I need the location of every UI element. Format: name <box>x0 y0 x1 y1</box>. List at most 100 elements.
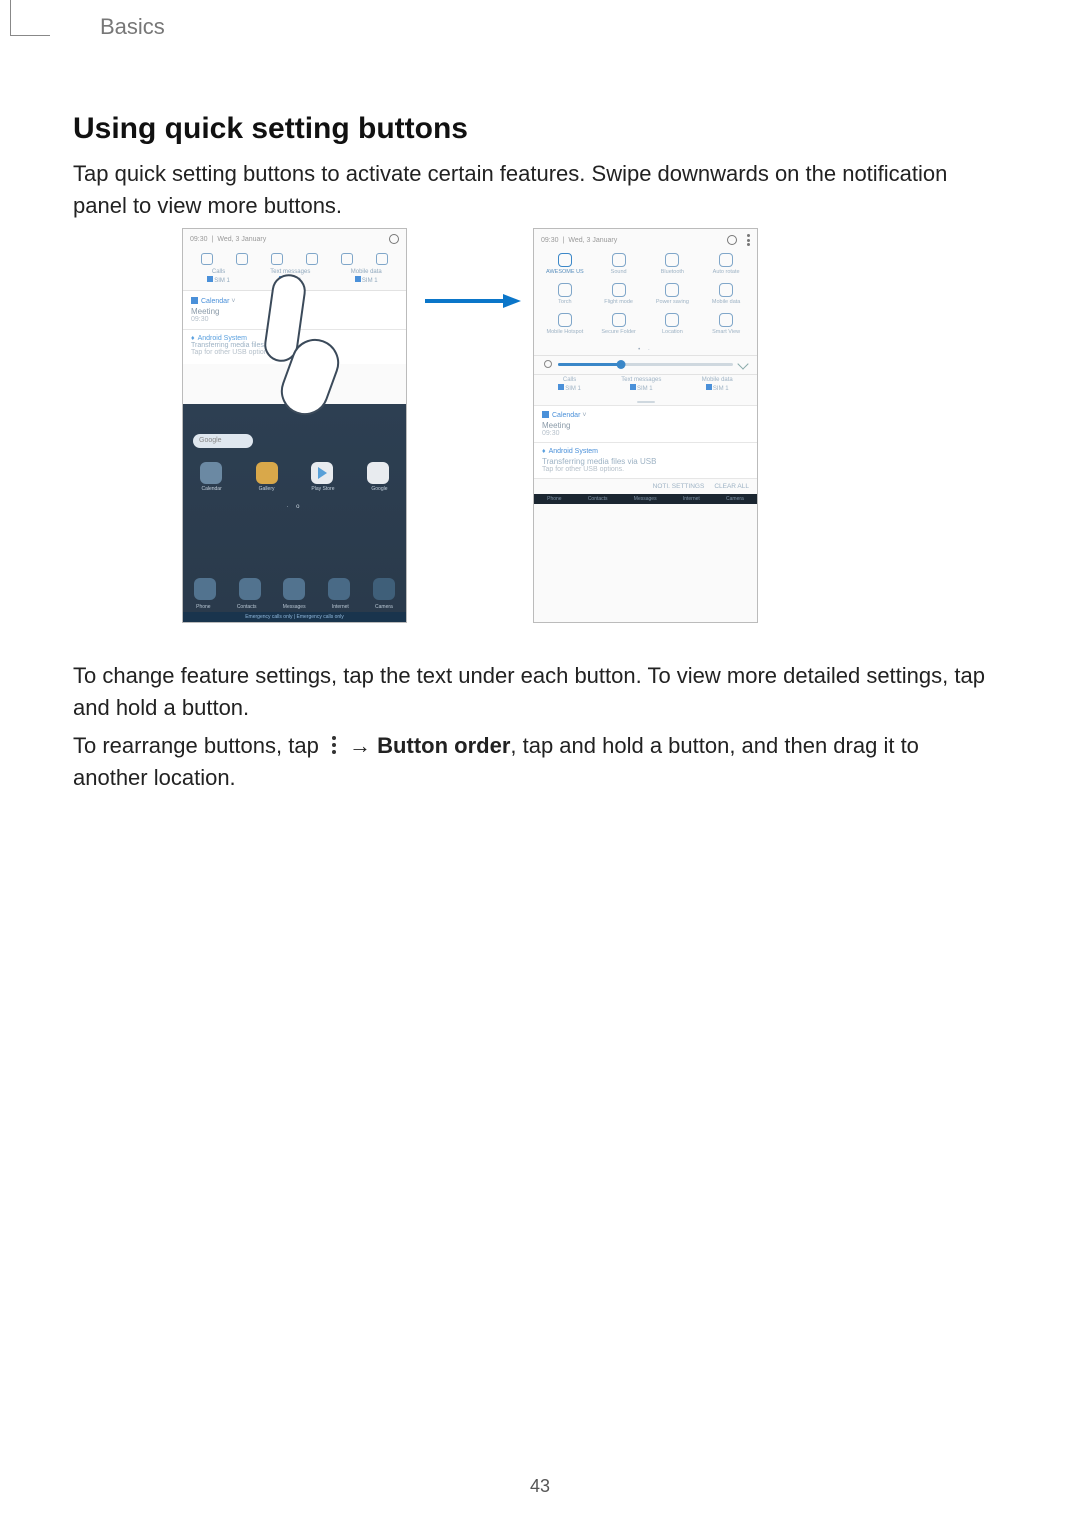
dock-names: PhoneContactsMessagesInternetCamera <box>183 604 406 610</box>
home-screen: Google CalendarGalleryPlay StoreGoogle ·… <box>183 404 406 622</box>
brightness-icon <box>544 360 552 368</box>
quick-toggle[interactable]: Flight mode <box>592 283 646 311</box>
bluetooth-icon[interactable] <box>271 253 283 265</box>
page-indicator: • · <box>534 345 757 355</box>
notification-system[interactable]: ♦Android System Transferring media files… <box>534 442 757 478</box>
quick-toggle[interactable]: Auto rotate <box>699 253 753 281</box>
notification-calendar[interactable]: Calendar ˅ Meeting 09:30 <box>183 291 406 330</box>
brightness-slider-row <box>534 356 757 374</box>
quick-toggle[interactable]: Bluetooth <box>646 253 700 281</box>
dock-messages-icon[interactable] <box>283 578 305 600</box>
header-rule <box>10 0 50 36</box>
sim-label-messages[interactable]: Text messagesSIM 1 <box>270 269 310 285</box>
notification-title: Meeting <box>542 421 749 430</box>
toggle-label: Location <box>646 329 700 341</box>
noti-settings-button[interactable]: NOTI. SETTINGS <box>653 483 705 490</box>
wifi-icon[interactable] <box>201 253 213 265</box>
sim-label-calls[interactable]: CallsSIM 1 <box>558 377 581 393</box>
sim-row: CallsSIM 1 Text messagesSIM 1 Mobile dat… <box>534 375 757 399</box>
toggle-icon <box>612 283 626 297</box>
body-paragraph-2: To change feature settings, tap the text… <box>73 660 1010 724</box>
more-icon[interactable] <box>747 234 750 246</box>
dock-phone-icon[interactable] <box>194 578 216 600</box>
toggle-icon <box>665 313 679 327</box>
body-paragraph-3: To rearrange buttons, tap → Button order… <box>73 730 990 794</box>
chevron-down-icon[interactable] <box>737 358 748 369</box>
sim-label-messages[interactable]: Text messagesSIM 1 <box>621 377 661 393</box>
app-google-folder-icon[interactable] <box>367 462 389 484</box>
section-heading: Using quick setting buttons <box>73 112 468 146</box>
nav-bar: PhoneContactsMessagesInternetCamera <box>534 494 757 504</box>
auto-rotate-icon[interactable] <box>306 253 318 265</box>
body-paragraph-1: Tap quick setting buttons to activate ce… <box>73 158 990 222</box>
status-bar: 09:30 | Wed, 3 January <box>534 229 757 251</box>
panel-actions: NOTI. SETTINGS CLEAR ALL <box>534 478 757 494</box>
status-time: 09:30 <box>541 237 559 244</box>
quick-toggle[interactable]: AWESOME US <box>538 253 592 281</box>
notification-title: Meeting <box>191 307 398 316</box>
toggle-icon <box>665 283 679 297</box>
figure-phone-before: 09:30 | Wed, 3 January CallsSIM 1 Text m… <box>182 228 407 623</box>
toggle-icon <box>558 253 572 267</box>
toggle-icon <box>612 313 626 327</box>
toggle-label: Secure Folder <box>592 329 646 341</box>
sound-icon[interactable] <box>236 253 248 265</box>
toggle-label: AWESOME US <box>538 269 592 281</box>
quick-toggle[interactable]: Mobile Hotspot <box>538 313 592 341</box>
calendar-icon <box>191 297 198 304</box>
figure-phone-after: 09:30 | Wed, 3 January AWESOME USSoundBl… <box>533 228 758 623</box>
arrow-icon <box>425 294 521 308</box>
toggle-icon <box>558 283 572 297</box>
dock <box>183 578 406 600</box>
notification-calendar[interactable]: Calendar ˅ Meeting 09:30 <box>534 405 757 442</box>
quick-toggle[interactable]: Sound <box>592 253 646 281</box>
quick-settings-row <box>183 249 406 269</box>
quick-toggle[interactable]: Power saving <box>646 283 700 311</box>
app-gallery-icon[interactable] <box>256 462 278 484</box>
toggle-label: Sound <box>592 269 646 281</box>
quick-settings-grid: AWESOME USSoundBluetoothAuto rotate Torch… <box>534 251 757 345</box>
toggle-icon <box>612 253 626 267</box>
toggle-icon <box>719 253 733 267</box>
notification-time: 09:30 <box>542 430 749 437</box>
toggle-icon <box>558 313 572 327</box>
toggle-icon <box>665 253 679 267</box>
quick-toggle[interactable]: Smart View <box>699 313 753 341</box>
status-time: 09:30 <box>190 236 208 243</box>
sim-row: CallsSIM 1 Text messagesSIM 1 Mobile dat… <box>183 269 406 290</box>
status-bar: 09:30 | Wed, 3 January <box>183 229 406 249</box>
quick-toggle[interactable]: Mobile data <box>699 283 753 311</box>
torch-icon[interactable] <box>341 253 353 265</box>
app-row <box>183 462 406 484</box>
quick-toggle[interactable]: Location <box>646 313 700 341</box>
breadcrumb: Basics <box>100 14 165 40</box>
brightness-slider[interactable] <box>558 363 733 366</box>
gear-icon[interactable] <box>727 235 737 245</box>
status-date: Wed, 3 January <box>568 237 617 244</box>
flight-mode-icon[interactable] <box>376 253 388 265</box>
toggle-label: Smart View <box>699 329 753 341</box>
page-number: 43 <box>0 1476 1080 1497</box>
sim-label-calls[interactable]: CallsSIM 1 <box>207 269 230 285</box>
page-indicator: · o <box>183 504 406 510</box>
toggle-icon <box>719 283 733 297</box>
calendar-icon <box>542 411 549 418</box>
notification-time: 09:30 <box>191 316 398 323</box>
dock-contacts-icon[interactable] <box>239 578 261 600</box>
quick-toggle[interactable]: Torch <box>538 283 592 311</box>
app-calendar-icon[interactable] <box>200 462 222 484</box>
toggle-label: Bluetooth <box>646 269 700 281</box>
toggle-label: Power saving <box>646 299 700 311</box>
app-playstore-icon[interactable] <box>311 462 333 484</box>
google-search-widget[interactable]: Google <box>193 434 253 448</box>
sim-label-data[interactable]: Mobile dataSIM 1 <box>351 269 382 285</box>
gear-icon[interactable] <box>389 234 399 244</box>
quick-toggle[interactable]: Secure Folder <box>592 313 646 341</box>
sim-label-data[interactable]: Mobile dataSIM 1 <box>702 377 733 393</box>
toggle-icon <box>719 313 733 327</box>
toggle-label: Mobile Hotspot <box>538 329 592 341</box>
notification-system[interactable]: ♦Android System Transferring media files… <box>183 330 406 364</box>
dock-camera-icon[interactable] <box>373 578 395 600</box>
dock-internet-icon[interactable] <box>328 578 350 600</box>
clear-all-button[interactable]: CLEAR ALL <box>714 483 749 490</box>
